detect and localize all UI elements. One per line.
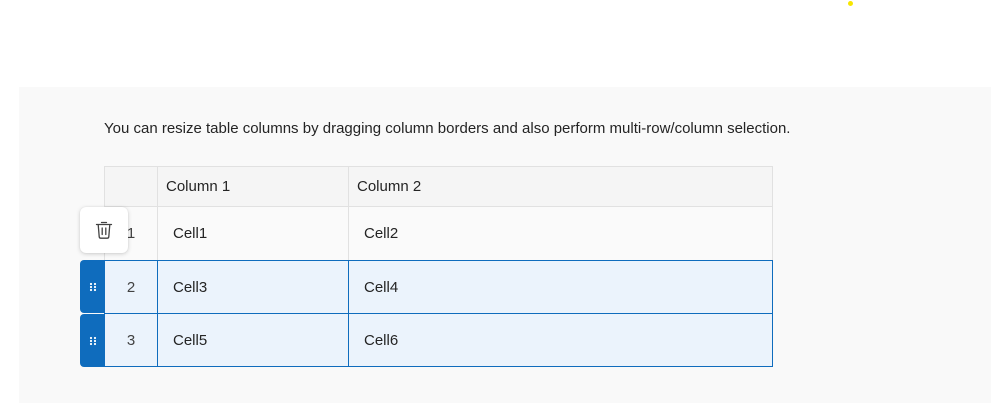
column-header-2[interactable]: Column 2: [348, 166, 773, 207]
delete-rows-button[interactable]: [80, 207, 128, 253]
decorative-dot: [848, 1, 853, 6]
column-header-1[interactable]: Column 1: [157, 166, 349, 207]
row-index-3[interactable]: 3: [104, 313, 158, 367]
demo-panel: You can resize table columns by dragging…: [19, 87, 991, 403]
drag-handle-icon: [89, 282, 96, 291]
row-drag-handle-3[interactable]: [80, 314, 105, 367]
header-corner-cell[interactable]: [104, 166, 158, 207]
table-cell[interactable]: Cell6: [348, 313, 773, 367]
description-text: You can resize table columns by dragging…: [104, 120, 791, 137]
table-cell[interactable]: Cell1: [157, 206, 349, 261]
row-index-2[interactable]: 2: [104, 260, 158, 314]
drag-handle-icon: [89, 336, 96, 345]
table-cell[interactable]: Cell2: [348, 206, 773, 261]
table-cell[interactable]: Cell5: [157, 313, 349, 367]
table-cell[interactable]: Cell4: [348, 260, 773, 314]
data-table: Column 1 Column 2 1 Cell1 Cell2 2 Cell3 …: [104, 166, 773, 367]
trash-icon: [95, 221, 113, 239]
row-drag-handle-2[interactable]: [80, 260, 105, 313]
table-cell[interactable]: Cell3: [157, 260, 349, 314]
